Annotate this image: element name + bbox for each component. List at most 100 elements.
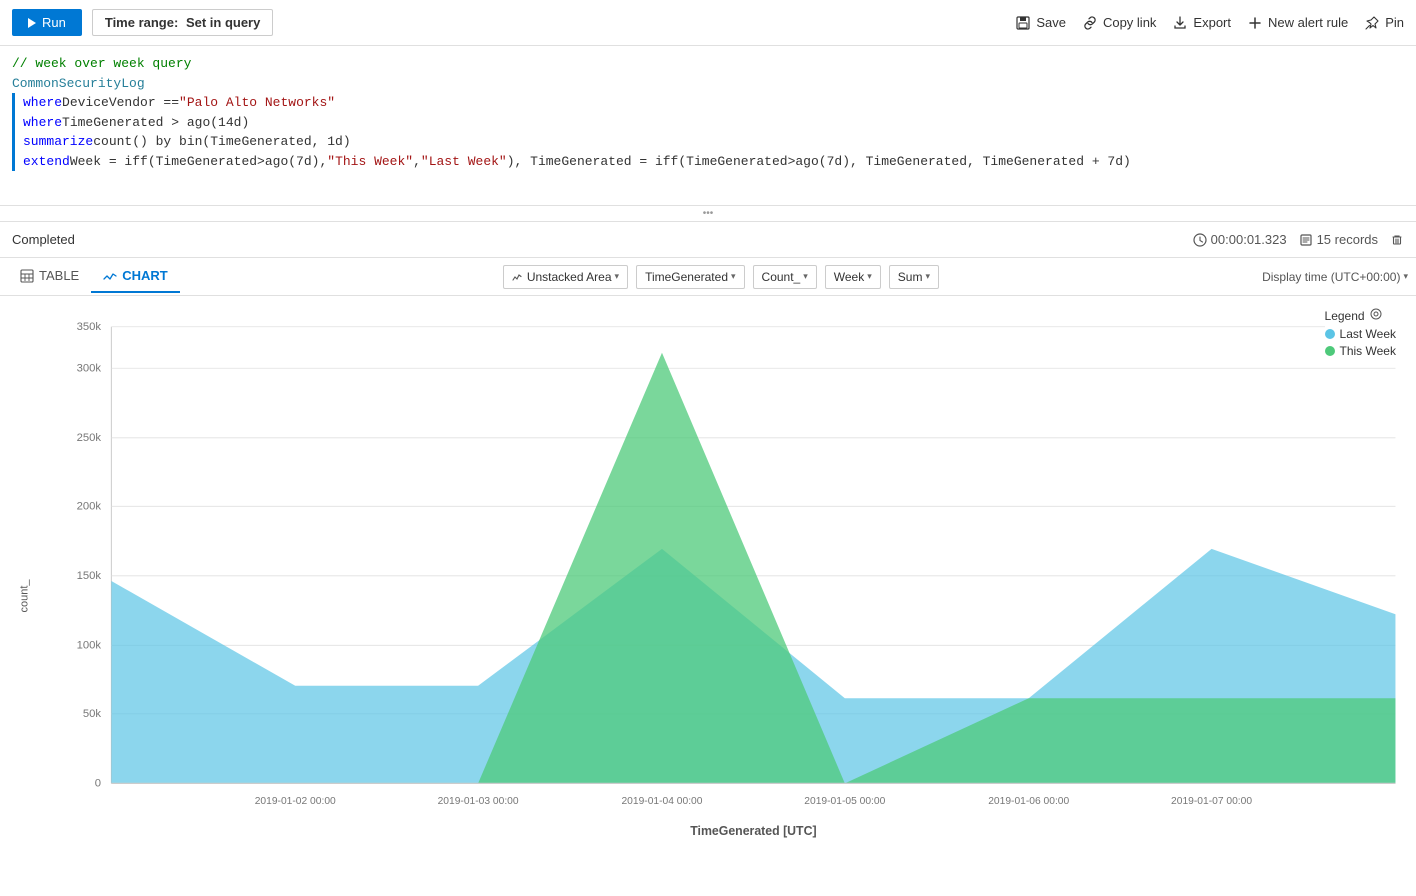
svg-text:300k: 300k xyxy=(77,362,102,374)
link-icon xyxy=(1082,15,1098,31)
legend-label: Legend xyxy=(1325,309,1365,323)
code-line-5: summarize count() by bin(TimeGenerated, … xyxy=(0,132,1416,152)
toolbar-right: Save Copy link Export New alert rule xyxy=(1015,15,1404,31)
tab-table-label: TABLE xyxy=(39,268,79,283)
save-label: Save xyxy=(1036,15,1066,30)
code-line-2: CommonSecurityLog xyxy=(0,74,1416,94)
chevron-icon6: ▾ xyxy=(1403,271,1408,282)
status-right: 00:00:01.323 15 records xyxy=(1193,232,1404,247)
status-bar: Completed 00:00:01.323 15 records xyxy=(0,222,1416,258)
delete-icon[interactable] xyxy=(1390,233,1404,247)
chart-type-label: Unstacked Area xyxy=(527,270,612,284)
legend-settings-icon[interactable] xyxy=(1370,308,1382,320)
status-time: 00:00:01.323 xyxy=(1193,232,1287,247)
pin-action[interactable]: Pin xyxy=(1364,15,1404,31)
chevron-icon3: ▾ xyxy=(803,271,808,282)
table-icon xyxy=(20,269,34,283)
toolbar-left: Run Time range: Set in query xyxy=(12,9,273,36)
new-alert-action[interactable]: New alert rule xyxy=(1247,15,1348,31)
display-time-label: Display time (UTC+00:00) xyxy=(1262,270,1400,284)
legend-item-this-week: This Week xyxy=(1325,344,1396,358)
legend-label-last-week: Last Week xyxy=(1340,327,1396,341)
aggregation-dropdown[interactable]: Sum ▾ xyxy=(889,265,939,289)
pin-label: Pin xyxy=(1385,15,1404,30)
legend-dot-this-week xyxy=(1325,346,1335,356)
tabs-left: TABLE CHART xyxy=(8,260,180,293)
split-by-label: Week xyxy=(834,270,864,284)
records-icon xyxy=(1299,233,1313,247)
copy-link-label: Copy link xyxy=(1103,15,1156,30)
run-label: Run xyxy=(42,15,66,30)
display-time[interactable]: Display time (UTC+00:00) ▾ xyxy=(1262,270,1408,284)
chevron-icon4: ▾ xyxy=(867,271,872,282)
code-str6b: "Last Week" xyxy=(421,152,507,172)
legend-title: Legend xyxy=(1325,308,1396,323)
code-kw6: extend xyxy=(23,152,70,172)
save-icon xyxy=(1015,15,1031,31)
time-range-button[interactable]: Time range: Set in query xyxy=(92,9,274,36)
code-plain3: DeviceVendor == xyxy=(62,93,179,113)
save-action[interactable]: Save xyxy=(1015,15,1066,31)
svg-text:250k: 250k xyxy=(77,432,102,444)
code-kw4: where xyxy=(23,113,62,133)
split-by-dropdown[interactable]: Week ▾ xyxy=(825,265,881,289)
code-bar6 xyxy=(12,152,15,172)
chevron-icon: ▾ xyxy=(615,271,620,282)
code-editor[interactable]: // week over week query CommonSecurityLo… xyxy=(0,46,1416,206)
status-completed: Completed xyxy=(12,232,75,247)
new-alert-label: New alert rule xyxy=(1268,15,1348,30)
tab-table[interactable]: TABLE xyxy=(8,260,91,293)
export-action[interactable]: Export xyxy=(1172,15,1231,31)
export-icon xyxy=(1172,15,1188,31)
legend-dot-last-week xyxy=(1325,329,1335,339)
chart-options: Unstacked Area ▾ TimeGenerated ▾ Count_ … xyxy=(503,265,939,289)
code-plain6a: Week = iff(TimeGenerated>ago(7d), xyxy=(70,152,327,172)
code-str3: "Palo Alto Networks" xyxy=(179,93,335,113)
legend-label-this-week: This Week xyxy=(1340,344,1396,358)
svg-text:2019-01-07 00:00: 2019-01-07 00:00 xyxy=(1171,796,1252,807)
svg-text:350k: 350k xyxy=(77,321,102,333)
status-records: 15 records xyxy=(1299,232,1378,247)
y-axis-dropdown[interactable]: Count_ ▾ xyxy=(753,265,817,289)
x-axis-label: TimeGenerated xyxy=(645,270,728,284)
chart-icon xyxy=(103,269,117,283)
x-axis-dropdown[interactable]: TimeGenerated ▾ xyxy=(636,265,744,289)
svg-text:2019-01-02 00:00: 2019-01-02 00:00 xyxy=(255,796,336,807)
y-axis-title: count_ xyxy=(19,579,31,612)
svg-text:2019-01-06 00:00: 2019-01-06 00:00 xyxy=(988,796,1069,807)
svg-text:100k: 100k xyxy=(77,639,102,651)
clock-icon xyxy=(1193,233,1207,247)
run-button[interactable]: Run xyxy=(12,9,82,36)
code-kw3: where xyxy=(23,93,62,113)
run-icon xyxy=(28,18,36,28)
code-plain4: TimeGenerated > ago(14d) xyxy=(62,113,249,133)
code-kw5: summarize xyxy=(23,132,93,152)
svg-text:2019-01-04 00:00: 2019-01-04 00:00 xyxy=(621,796,702,807)
view-tabs: TABLE CHART Unstacked Area ▾ TimeGenerat… xyxy=(0,258,1416,296)
plus-icon xyxy=(1247,15,1263,31)
status-records-value: 15 records xyxy=(1317,232,1378,247)
code-plain5: count() by bin(TimeGenerated, 1d) xyxy=(93,132,350,152)
time-range-prefix: Time range: xyxy=(105,15,178,30)
y-axis-label: Count_ xyxy=(762,270,801,284)
tab-chart[interactable]: CHART xyxy=(91,260,180,293)
chart-type-dropdown[interactable]: Unstacked Area ▾ xyxy=(503,265,628,289)
svg-text:150k: 150k xyxy=(77,570,102,582)
code-plain6b: , xyxy=(413,152,421,172)
chart-legend: Legend Last Week This Week xyxy=(1325,308,1396,361)
svg-text:0: 0 xyxy=(95,777,101,789)
code-line-3: where DeviceVendor == "Palo Alto Network… xyxy=(0,93,1416,113)
copy-link-action[interactable]: Copy link xyxy=(1082,15,1156,31)
svg-text:2019-01-03 00:00: 2019-01-03 00:00 xyxy=(438,796,519,807)
svg-text:200k: 200k xyxy=(77,500,102,512)
status-time-value: 00:00:01.323 xyxy=(1211,232,1287,247)
legend-item-last-week: Last Week xyxy=(1325,327,1396,341)
time-range-value: Set in query xyxy=(186,15,260,30)
code-line-1: // week over week query xyxy=(0,54,1416,74)
svg-text:50k: 50k xyxy=(83,708,102,720)
chevron-icon2: ▾ xyxy=(731,271,736,282)
tab-chart-label: CHART xyxy=(122,268,168,283)
resize-handle[interactable]: ••• xyxy=(0,206,1416,222)
chart-svg: 0 50k 100k 150k 200k 250k 300k 350k 2019… xyxy=(60,306,1416,856)
code-bar xyxy=(12,93,15,113)
